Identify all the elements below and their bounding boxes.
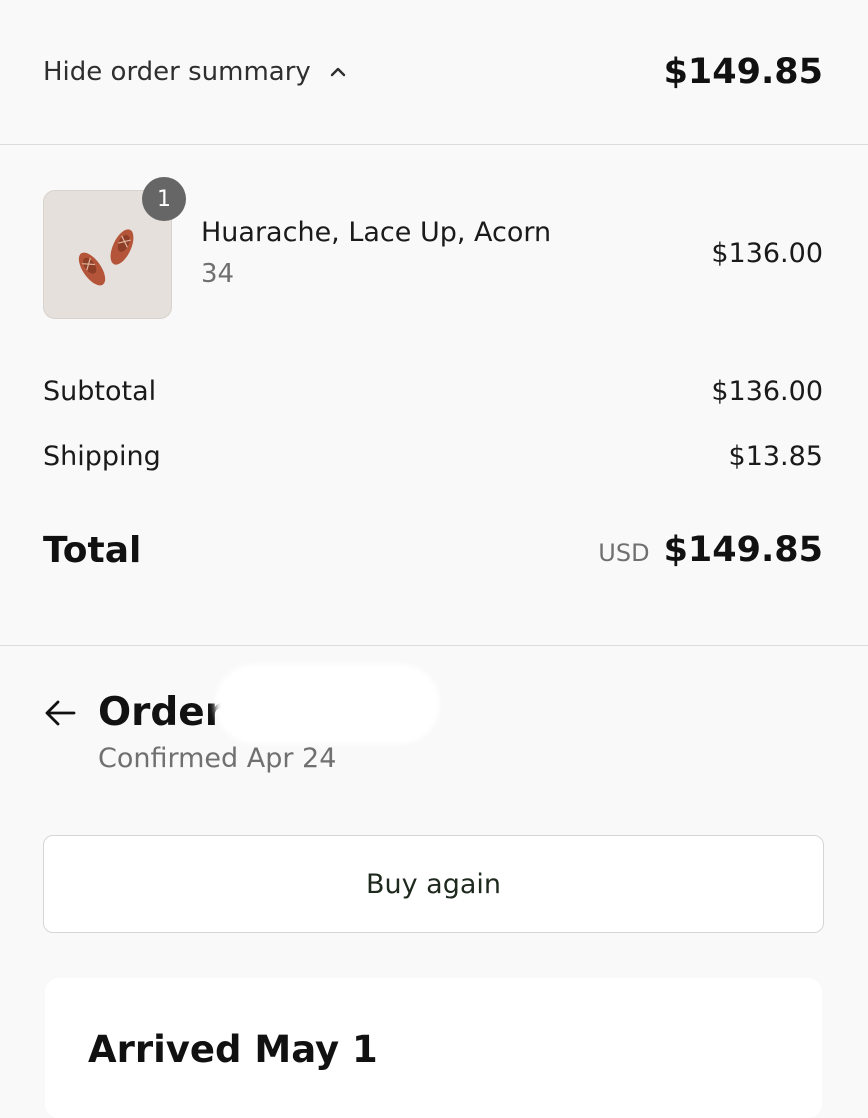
product-name: Huarache, Lace Up, Acorn xyxy=(201,217,552,248)
summary-total-price: $149.85 xyxy=(663,52,823,92)
order-title-text: Order xyxy=(98,690,224,735)
delivery-status-card: Arrived May 1 xyxy=(45,978,822,1118)
order-summary-toggle[interactable]: Hide order summary $149.85 xyxy=(0,0,868,145)
buy-again-button[interactable]: Buy again xyxy=(43,835,824,933)
total-label: Total xyxy=(43,530,142,571)
chevron-up-icon xyxy=(330,67,346,77)
product-variant: 34 xyxy=(201,259,235,289)
subtotal-value: $136.00 xyxy=(711,376,823,407)
order-summary-toggle-label[interactable]: Hide order summary xyxy=(43,57,347,87)
delivery-status-title: Arrived May 1 xyxy=(88,1028,378,1071)
product-price: $136.00 xyxy=(711,238,823,269)
order-confirmed-date: Confirmed Apr 24 xyxy=(98,743,337,774)
quantity-badge: 1 xyxy=(142,177,186,221)
shipping-value: $13.85 xyxy=(728,441,823,472)
currency-code: USD xyxy=(598,539,650,567)
total-value: $149.85 xyxy=(663,530,823,570)
shipping-label: Shipping xyxy=(43,441,161,472)
total-amount: USD $149.85 xyxy=(598,530,823,570)
back-arrow-icon[interactable] xyxy=(43,698,77,728)
redacted-order-number xyxy=(215,664,440,744)
order-summary-panel: 1 Huarache, Lace Up, Acorn 34 $136.00 Su… xyxy=(0,145,868,646)
hide-order-summary-text: Hide order summary xyxy=(43,57,311,87)
subtotal-label: Subtotal xyxy=(43,376,157,407)
